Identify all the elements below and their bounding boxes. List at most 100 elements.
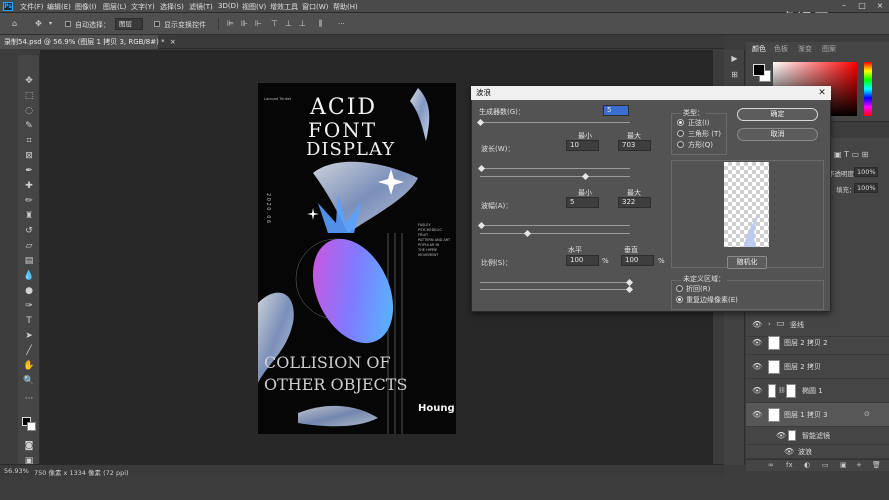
- type-tool-icon[interactable]: T: [22, 315, 36, 328]
- type-sine-radio[interactable]: [677, 119, 684, 126]
- tab-gradients[interactable]: 渐变: [798, 44, 812, 54]
- amplitude-min-track[interactable]: [480, 225, 630, 226]
- layer-row[interactable]: 👁 波浪: [746, 445, 889, 459]
- visibility-eye-icon[interactable]: 👁: [776, 431, 786, 440]
- visibility-eye-icon[interactable]: 👁: [752, 362, 762, 371]
- history-brush-icon[interactable]: ↺: [22, 225, 36, 238]
- scale-v-track[interactable]: [480, 289, 630, 290]
- frame-tool-icon[interactable]: ⊠: [22, 150, 36, 163]
- wavelength-max-track[interactable]: [480, 176, 630, 177]
- visibility-eye-icon[interactable]: 👁: [752, 320, 762, 329]
- dialog-close-icon[interactable]: ✕: [816, 87, 828, 99]
- pen-tool-icon[interactable]: ✑: [22, 300, 36, 313]
- layer-row[interactable]: 👁 图层 2 拷贝: [746, 355, 889, 379]
- history-icon[interactable]: ▶: [729, 54, 740, 64]
- align-middle-icon[interactable]: ⊥: [284, 19, 293, 28]
- chevron-right-icon[interactable]: ›: [768, 320, 771, 328]
- adjustment-layer-icon[interactable]: ◐: [804, 461, 810, 469]
- dodge-tool-icon[interactable]: ●: [22, 285, 36, 298]
- type-square-label[interactable]: 方形(Q): [688, 140, 713, 150]
- layer-row[interactable]: 👁 ⛓ 椭圆 1: [746, 379, 889, 403]
- move-tool-icon[interactable]: ✥: [34, 19, 43, 28]
- generators-slider-track[interactable]: [480, 122, 630, 123]
- fill-input[interactable]: 100%: [854, 183, 878, 193]
- align-bottom-icon[interactable]: ⊥: [298, 19, 307, 28]
- lasso-tool-icon[interactable]: ◌: [22, 105, 36, 118]
- menu-file[interactable]: 文件(F): [20, 2, 44, 12]
- quick-select-tool-icon[interactable]: ✎: [22, 120, 36, 133]
- poster-artwork[interactable]: Laround Trinket ACID FONT DISPLAY 2 0 2 …: [258, 83, 456, 434]
- stamp-tool-icon[interactable]: ♜: [22, 210, 36, 223]
- menu-image[interactable]: 图像(I): [75, 2, 97, 12]
- mask-icon[interactable]: ▭: [822, 461, 829, 469]
- group-icon[interactable]: ▣: [840, 461, 847, 469]
- document-size[interactable]: 750 像素 x 1334 像素 (72 ppi): [34, 467, 129, 477]
- menu-view[interactable]: 视图(V): [242, 2, 266, 12]
- menu-type[interactable]: 文字(Y): [131, 2, 155, 12]
- path-select-tool-icon[interactable]: ➤: [22, 330, 36, 343]
- align-right-icon[interactable]: ⊩: [254, 19, 263, 28]
- zoom-tool-icon[interactable]: 🔍: [22, 375, 36, 388]
- generators-input[interactable]: 5: [603, 105, 629, 116]
- eraser-tool-icon[interactable]: ▱: [22, 240, 36, 253]
- dropdown-arrow-icon[interactable]: ▾: [46, 19, 55, 28]
- opacity-input[interactable]: 100%: [854, 167, 878, 177]
- hue-slider[interactable]: [864, 62, 872, 116]
- wrap-around-label[interactable]: 折回(R): [686, 284, 710, 294]
- scale-vertical-input[interactable]: 100: [621, 255, 654, 266]
- align-top-icon[interactable]: ⊤: [270, 19, 279, 28]
- randomize-button[interactable]: 随机化: [727, 256, 767, 269]
- document-tab[interactable]: 录制54.psd @ 56.9% (图层 1 拷贝 3, RGB/8#) * ×: [0, 35, 176, 49]
- scale-horizontal-input[interactable]: 100: [566, 255, 599, 266]
- visibility-eye-icon[interactable]: 👁: [752, 386, 762, 395]
- auto-select-dropdown[interactable]: 图层: [115, 18, 143, 30]
- brush-tool-icon[interactable]: ✏: [22, 195, 36, 208]
- menu-layer[interactable]: 图层(L): [103, 2, 126, 12]
- menu-filter[interactable]: 滤镜(T): [189, 2, 213, 12]
- blur-tool-icon[interactable]: 💧: [22, 270, 36, 283]
- menu-help[interactable]: 帮助(H): [333, 2, 358, 12]
- zoom-level[interactable]: 56.93%: [4, 467, 29, 475]
- wavelength-min-track[interactable]: [480, 168, 630, 169]
- panel-foreground-swatch[interactable]: [753, 64, 765, 76]
- menu-plugins[interactable]: 增效工具: [270, 2, 298, 12]
- layer-row-selected[interactable]: 👁 图层 1 拷贝 3 ⊙: [746, 403, 889, 427]
- tab-color[interactable]: 颜色: [752, 44, 766, 54]
- type-triangle-label[interactable]: 三角形 (T): [688, 129, 721, 139]
- move-tool-icon[interactable]: ✥: [22, 75, 36, 88]
- align-center-icon[interactable]: ⊪: [240, 19, 249, 28]
- filter-icons[interactable]: ▣ T ▭ ⊞: [834, 150, 868, 159]
- home-icon[interactable]: ⌂: [10, 19, 19, 28]
- amplitude-max-track[interactable]: [480, 233, 630, 234]
- background-color-swatch[interactable]: [27, 422, 36, 431]
- close-window-icon[interactable]: ×: [874, 1, 886, 11]
- align-left-icon[interactable]: ⊫: [226, 19, 235, 28]
- crop-tool-icon[interactable]: ⌗: [22, 135, 36, 148]
- wavelength-min-input[interactable]: 10: [566, 140, 599, 151]
- gradient-tool-icon[interactable]: ▤: [22, 255, 36, 268]
- amplitude-min-input[interactable]: 5: [566, 197, 599, 208]
- menu-window[interactable]: 窗口(W): [302, 2, 328, 12]
- more-options-icon[interactable]: ···: [338, 20, 345, 28]
- visibility-eye-icon[interactable]: 👁: [752, 410, 762, 419]
- tab-close-icon[interactable]: ×: [170, 38, 176, 46]
- wrap-around-radio[interactable]: [676, 285, 683, 292]
- link-layers-icon[interactable]: ∞: [768, 461, 774, 469]
- menu-select[interactable]: 选择(S): [160, 2, 184, 12]
- line-tool-icon[interactable]: ╱: [22, 345, 36, 358]
- visibility-eye-icon[interactable]: 👁: [752, 338, 762, 347]
- more-tools-icon[interactable]: ···: [22, 393, 36, 406]
- hand-tool-icon[interactable]: ✋: [22, 360, 36, 373]
- menu-3d[interactable]: 3D(D): [218, 2, 239, 10]
- repeat-edge-label[interactable]: 重复边缘像素(E): [686, 295, 738, 305]
- quick-mask-icon[interactable]: ◙: [22, 440, 36, 453]
- layer-row[interactable]: 👁 图层 2 拷贝 2: [746, 331, 889, 355]
- layer-row[interactable]: 👁 智能滤镜: [746, 427, 889, 445]
- trash-icon[interactable]: 🗑: [872, 461, 881, 469]
- marquee-tool-icon[interactable]: ⬚: [22, 90, 36, 103]
- cancel-button[interactable]: 取消: [737, 128, 818, 141]
- properties-icon[interactable]: ⊞: [729, 70, 740, 80]
- wavelength-max-input[interactable]: 703: [618, 140, 651, 151]
- type-triangle-radio[interactable]: [677, 130, 684, 137]
- auto-select-checkbox[interactable]: [65, 21, 71, 27]
